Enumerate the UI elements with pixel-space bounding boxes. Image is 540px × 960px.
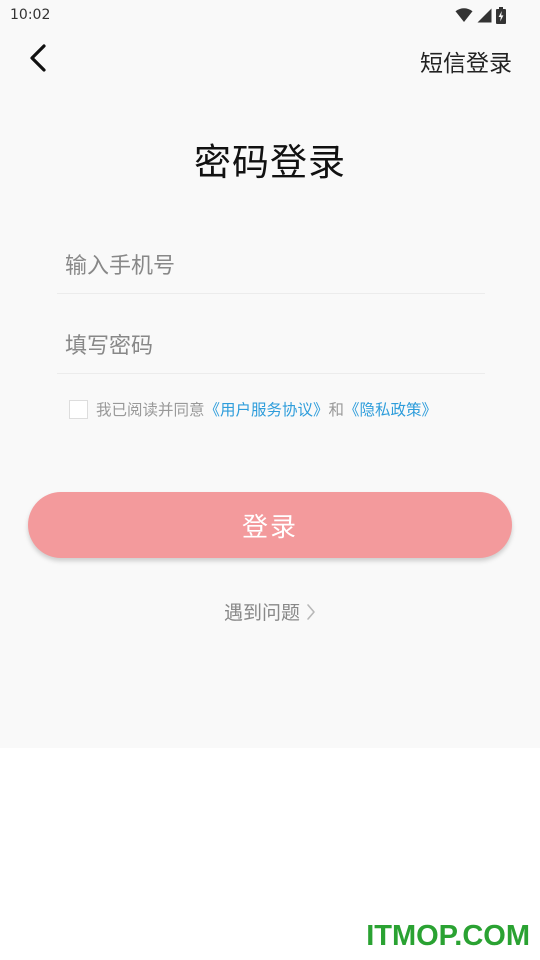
chevron-left-icon (30, 44, 46, 72)
help-link[interactable]: 遇到问题 (0, 598, 540, 625)
sms-login-link[interactable]: 短信登录 (420, 44, 512, 78)
back-button[interactable] (22, 40, 54, 76)
battery-icon (496, 6, 506, 24)
help-link-label: 遇到问题 (223, 602, 300, 624)
phone-input[interactable] (65, 246, 475, 286)
cell-signal-icon (477, 8, 492, 22)
agreement-row: 我已阅读并同意 《用户服务协议》 和 《隐私政策》 (69, 398, 437, 420)
page-title: 密码登录 (194, 141, 346, 184)
phone-field (57, 240, 485, 294)
user-agreement-link[interactable]: 《用户服务协议》 (205, 398, 329, 420)
login-button[interactable]: 登录 (28, 492, 512, 558)
chevron-right-icon (307, 603, 315, 620)
agreement-prefix: 我已阅读并同意 (96, 401, 205, 419)
login-screen: 10:02 短信登录 密码登录 我已阅读并同意 《用户服务 (0, 0, 540, 748)
password-input[interactable] (65, 326, 475, 366)
status-icons (455, 6, 506, 24)
wifi-icon (455, 7, 473, 22)
agreement-checkbox[interactable] (69, 399, 88, 419)
password-field (57, 320, 485, 374)
privacy-policy-link[interactable]: 《隐私政策》 (344, 398, 437, 420)
watermark-logo: ITMOP.COM (366, 920, 530, 952)
status-time: 10:02 (10, 7, 51, 23)
agreement-conjunction: 和 (328, 401, 345, 419)
status-bar: 10:02 (0, 0, 540, 32)
